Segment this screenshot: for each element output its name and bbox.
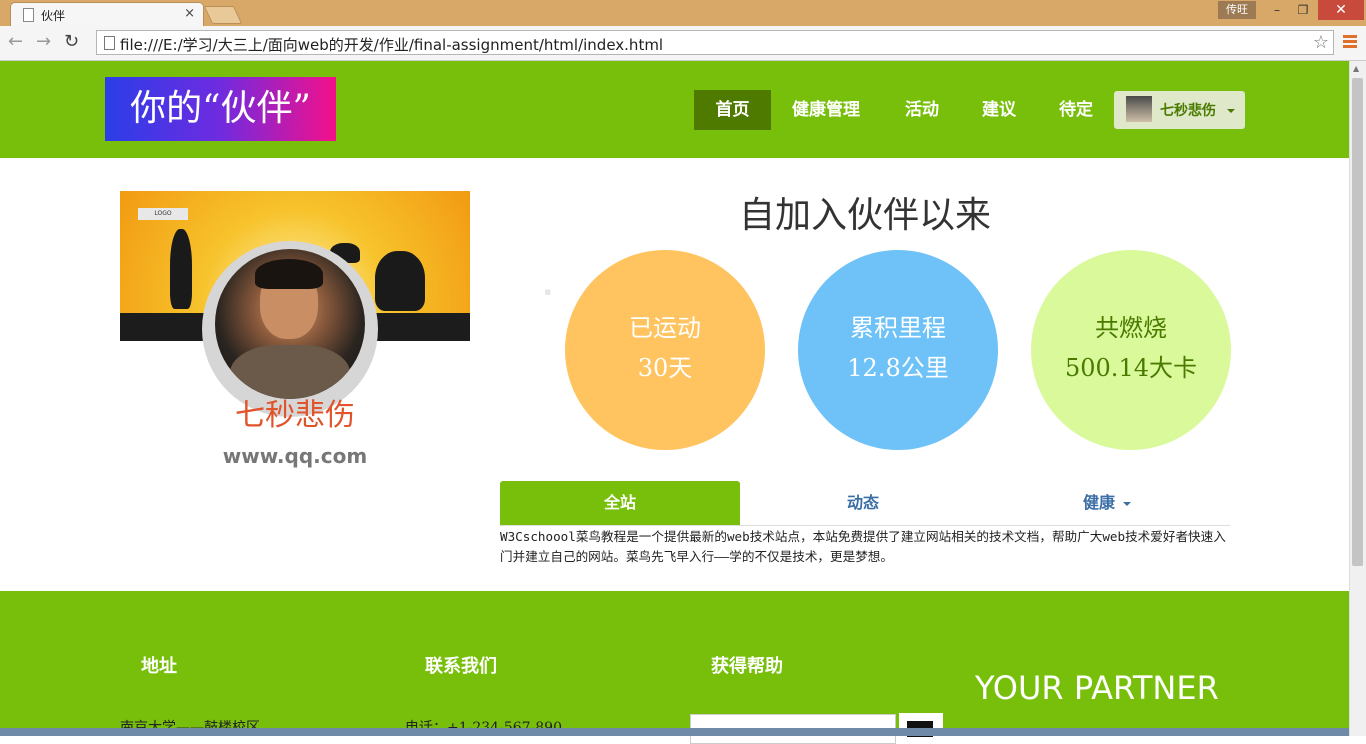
stats-title: 自加入伙伴以来 xyxy=(738,195,991,236)
nav-pending[interactable]: 待定 xyxy=(1059,90,1093,130)
chevron-down-icon xyxy=(1123,501,1131,506)
tab-health-label: 健康 xyxy=(1082,493,1115,512)
footer-help-title: 获得帮助 xyxy=(711,656,783,677)
bookmark-star-icon[interactable]: ☆ xyxy=(1313,32,1329,53)
nav-advice[interactable]: 建议 xyxy=(982,90,1016,130)
back-icon[interactable]: ← xyxy=(8,31,23,52)
address-url[interactable]: file:///E:/学习/大三上/面向web的开发/作业/final-assi… xyxy=(120,34,663,55)
new-tab-button[interactable] xyxy=(203,6,243,24)
profile-site[interactable]: www.qq.com xyxy=(120,444,470,468)
stat-value: 500.14大卡 xyxy=(1065,354,1197,382)
stat-label: 累积里程 xyxy=(850,314,946,342)
nav-home[interactable]: 首页 xyxy=(694,90,771,130)
address-bar[interactable]: file:///E:/学习/大三上/面向web的开发/作业/final-assi… xyxy=(96,30,1334,55)
page-icon xyxy=(23,8,34,22)
tab-all[interactable]: 全站 xyxy=(500,481,740,525)
stat-distance: 累积里程 12.8公里 xyxy=(798,250,998,450)
tabs-divider xyxy=(500,525,1230,526)
user-dropdown[interactable]: 七秒悲伤 xyxy=(1114,91,1245,129)
file-icon xyxy=(104,36,115,50)
stat-label: 已运动 xyxy=(629,314,701,342)
reload-icon[interactable]: ↻ xyxy=(64,31,79,52)
tab-content: W3Cschoool菜鸟教程是一个提供最新的web技术站点，本站免费提供了建立网… xyxy=(500,529,1226,564)
tab-close-icon[interactable]: × xyxy=(184,6,195,21)
restore-icon[interactable]: ❐ xyxy=(1290,0,1316,20)
browser-tabstrip: 伙伴 × 传旺 – ❐ ✕ xyxy=(0,0,1366,26)
silhouette-figure xyxy=(375,251,425,311)
stat-label: 共燃烧 xyxy=(1095,314,1167,342)
profile-name: 七秒悲伤 xyxy=(235,398,355,433)
nav-health[interactable]: 健康管理 xyxy=(792,90,860,130)
forward-icon[interactable]: → xyxy=(36,31,51,52)
user-avatar xyxy=(1126,96,1152,122)
stat-value: 12.8公里 xyxy=(847,354,949,382)
footer-address-title: 地址 xyxy=(141,656,177,677)
footer-contact-title: 联系我们 xyxy=(425,656,497,677)
silhouette-figure xyxy=(170,229,192,309)
tab-health[interactable]: 健康 xyxy=(987,481,1227,525)
browser-menu-icon[interactable] xyxy=(1343,35,1357,50)
banner-logo: LOGO xyxy=(138,208,188,220)
window-close-icon[interactable]: ✕ xyxy=(1318,0,1364,20)
footer-brand: YOUR PARTNER xyxy=(975,669,1219,707)
stat-value: 30天 xyxy=(637,354,693,382)
stat-calories: 共燃烧 500.14大卡 xyxy=(1031,250,1231,450)
tab-title: 伙伴 xyxy=(41,9,66,23)
user-name: 七秒悲伤 xyxy=(1160,103,1216,119)
stat-exercise-days: 已运动 30天 xyxy=(565,250,765,450)
browser-user-chip[interactable]: 传旺 xyxy=(1218,1,1256,19)
os-taskbar xyxy=(0,728,1349,736)
nav-activity[interactable]: 活动 xyxy=(905,90,939,130)
site-logo[interactable]: 你的“伙伴” xyxy=(105,77,336,141)
browser-tab[interactable]: 伙伴 × xyxy=(10,2,204,26)
site-header: 你的“伙伴” 首页 健康管理 活动 建议 待定 七秒悲伤 xyxy=(0,61,1349,158)
browser-toolbar: ← → ↻ file:///E:/学习/大三上/面向web的开发/作业/fina… xyxy=(0,26,1366,61)
minimize-icon[interactable]: – xyxy=(1264,0,1290,20)
site-footer: 地址 联系我们 获得帮助 南京大学——鼓楼校区 电话：+1-234-567-89… xyxy=(0,591,1349,744)
scroll-up-icon[interactable]: ▲ xyxy=(1353,64,1359,73)
chevron-down-icon xyxy=(1227,109,1235,113)
scrollbar-thumb[interactable] xyxy=(1352,78,1363,566)
profile-avatar[interactable] xyxy=(215,249,365,399)
tab-updates[interactable]: 动态 xyxy=(743,481,983,525)
